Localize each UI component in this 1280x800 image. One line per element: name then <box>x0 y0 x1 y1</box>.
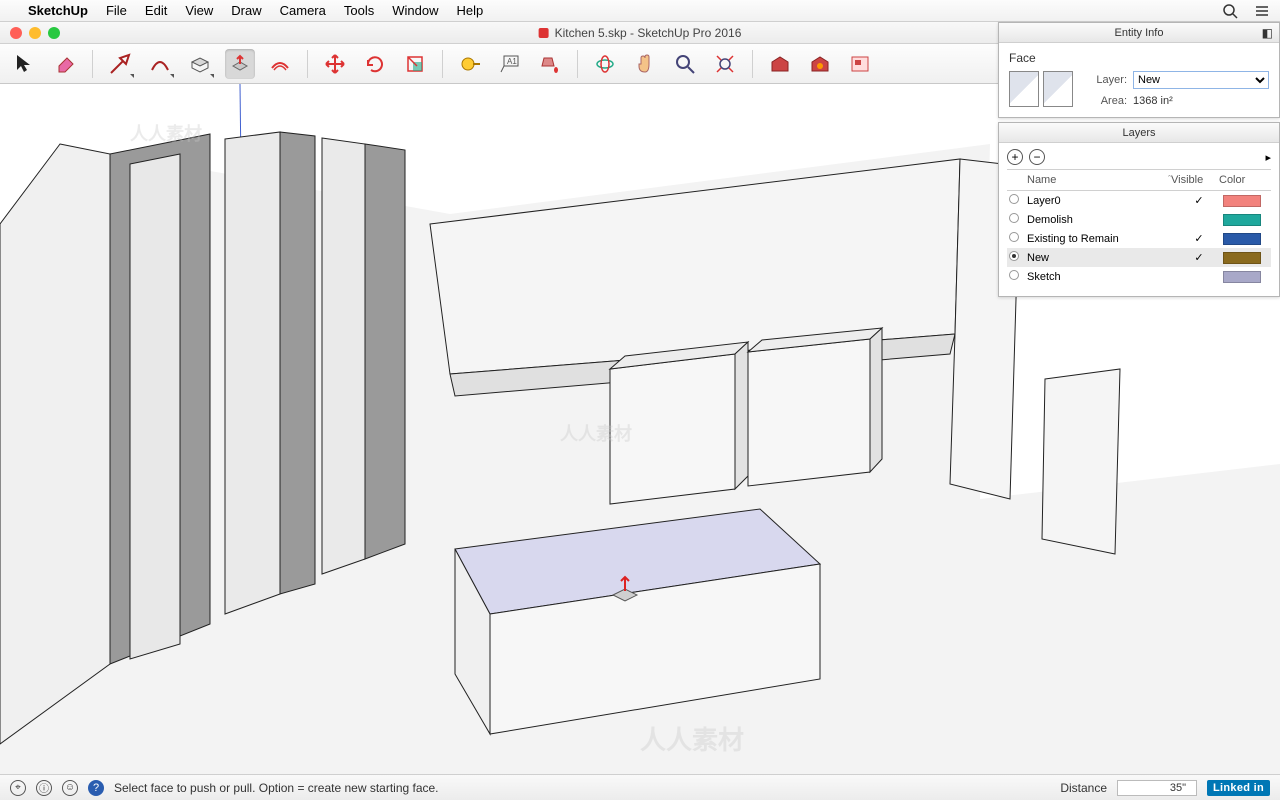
layer-row[interactable]: Layer0✓ <box>1007 191 1271 210</box>
layer-active-radio[interactable] <box>1009 213 1019 223</box>
layout-tool[interactable] <box>845 49 875 79</box>
menu-camera[interactable]: Camera <box>280 3 326 18</box>
layer-color-swatch[interactable] <box>1223 233 1261 245</box>
status-bar: ⌖ ⓘ ☺ ? Select face to push or pull. Opt… <box>0 774 1280 800</box>
dropdown-icon <box>210 74 214 78</box>
entity-type: Face <box>1009 51 1269 65</box>
search-icon[interactable] <box>1222 3 1238 19</box>
layer-name: Demolish <box>1021 214 1175 226</box>
rotate-tool[interactable] <box>360 49 390 79</box>
area-label: Area: <box>1083 95 1127 107</box>
layer-name: Sketch <box>1021 271 1175 283</box>
layer-visible-check[interactable]: ✓ <box>1175 194 1223 207</box>
zoom-tool[interactable] <box>670 49 700 79</box>
status-hint: Select face to push or pull. Option = cr… <box>114 781 439 795</box>
entity-info-panel: Entity Info ◧ Face Layer: New Area: 1368 … <box>998 22 1280 118</box>
document-icon <box>539 28 549 38</box>
zoom-window-button[interactable] <box>48 27 60 39</box>
menu-icon[interactable] <box>1254 3 1270 19</box>
layer-row[interactable]: Sketch <box>1007 267 1271 286</box>
line-tool[interactable] <box>105 49 135 79</box>
menu-edit[interactable]: Edit <box>145 3 167 18</box>
layer-visible-check[interactable]: ✓ <box>1175 251 1223 264</box>
distance-value[interactable]: 35" <box>1117 780 1197 796</box>
shape-tool[interactable] <box>185 49 215 79</box>
text-tool[interactable]: A1 <box>495 49 525 79</box>
col-visible[interactable]: Visible <box>1171 174 1219 186</box>
help-icon[interactable]: ? <box>88 780 104 796</box>
select-tool[interactable] <box>10 49 40 79</box>
menu-file[interactable]: File <box>106 3 127 18</box>
arc-tool[interactable] <box>145 49 175 79</box>
col-color[interactable]: Color <box>1219 174 1271 186</box>
panel-title: Entity Info <box>1115 27 1164 39</box>
pan-tool[interactable] <box>630 49 660 79</box>
layer-active-radio[interactable] <box>1009 270 1019 280</box>
layer-name: Existing to Remain <box>1021 233 1175 245</box>
layers-menu-icon[interactable]: ▸ <box>1265 151 1271 164</box>
layer-row[interactable]: Demolish <box>1007 210 1271 229</box>
layer-color-swatch[interactable] <box>1223 271 1261 283</box>
col-name[interactable]: Name <box>1021 174 1164 186</box>
close-window-button[interactable] <box>10 27 22 39</box>
minimize-window-button[interactable] <box>29 27 41 39</box>
layer-active-radio[interactable] <box>1009 194 1019 204</box>
menu-tools[interactable]: Tools <box>344 3 374 18</box>
layer-color-swatch[interactable] <box>1223 252 1261 264</box>
svg-text:A1: A1 <box>507 57 517 66</box>
paint-tool[interactable] <box>535 49 565 79</box>
layer-color-swatch[interactable] <box>1223 214 1261 226</box>
offset-tool[interactable] <box>265 49 295 79</box>
layer-active-radio[interactable] <box>1009 232 1019 242</box>
extwarehouse-tool[interactable] <box>805 49 835 79</box>
menu-draw[interactable]: Draw <box>231 3 261 18</box>
dropdown-icon <box>130 74 134 78</box>
person-icon[interactable]: ⓘ <box>36 780 52 796</box>
layer-name: Layer0 <box>1021 195 1175 207</box>
layer-active-radio[interactable] <box>1009 251 1019 261</box>
panel-title: Layers <box>1122 127 1155 139</box>
mac-menubar: SketchUp File Edit View Draw Camera Tool… <box>0 0 1280 22</box>
move-tool[interactable] <box>320 49 350 79</box>
window-title: Kitchen 5.skp - SketchUp Pro 2016 <box>555 26 742 40</box>
area-value: 1368 in² <box>1133 95 1173 107</box>
geo-icon[interactable]: ⌖ <box>10 780 26 796</box>
eraser-tool[interactable] <box>50 49 80 79</box>
layer-name: New <box>1021 252 1175 264</box>
menu-help[interactable]: Help <box>456 3 483 18</box>
dropdown-icon <box>170 74 174 78</box>
credits-icon[interactable]: ☺ <box>62 780 78 796</box>
layer-row[interactable]: New✓ <box>1007 248 1271 267</box>
scale-tool[interactable] <box>400 49 430 79</box>
front-face-swatch[interactable] <box>1009 71 1039 107</box>
tape-tool[interactable] <box>455 49 485 79</box>
menu-view[interactable]: View <box>185 3 213 18</box>
layer-label: Layer: <box>1083 74 1127 86</box>
zoom-extents-tool[interactable] <box>710 49 740 79</box>
linkedin-badge: Linked in <box>1207 780 1270 796</box>
app-menu[interactable]: SketchUp <box>28 3 88 18</box>
distance-label: Distance <box>1060 781 1107 795</box>
add-layer-button[interactable]: + <box>1007 149 1023 165</box>
back-face-swatch[interactable] <box>1043 71 1073 107</box>
layer-visible-check[interactable]: ✓ <box>1175 232 1223 245</box>
3dwarehouse-tool[interactable] <box>765 49 795 79</box>
layers-panel: Layers + − ▸ Nameˆ Visible Color Layer0✓… <box>998 122 1280 297</box>
pin-icon[interactable]: ◧ <box>1262 26 1273 40</box>
remove-layer-button[interactable]: − <box>1029 149 1045 165</box>
layer-row[interactable]: Existing to Remain✓ <box>1007 229 1271 248</box>
orbit-tool[interactable] <box>590 49 620 79</box>
pushpull-tool[interactable] <box>225 49 255 79</box>
layer-select[interactable]: New <box>1133 71 1269 89</box>
menu-window[interactable]: Window <box>392 3 438 18</box>
layer-color-swatch[interactable] <box>1223 195 1261 207</box>
